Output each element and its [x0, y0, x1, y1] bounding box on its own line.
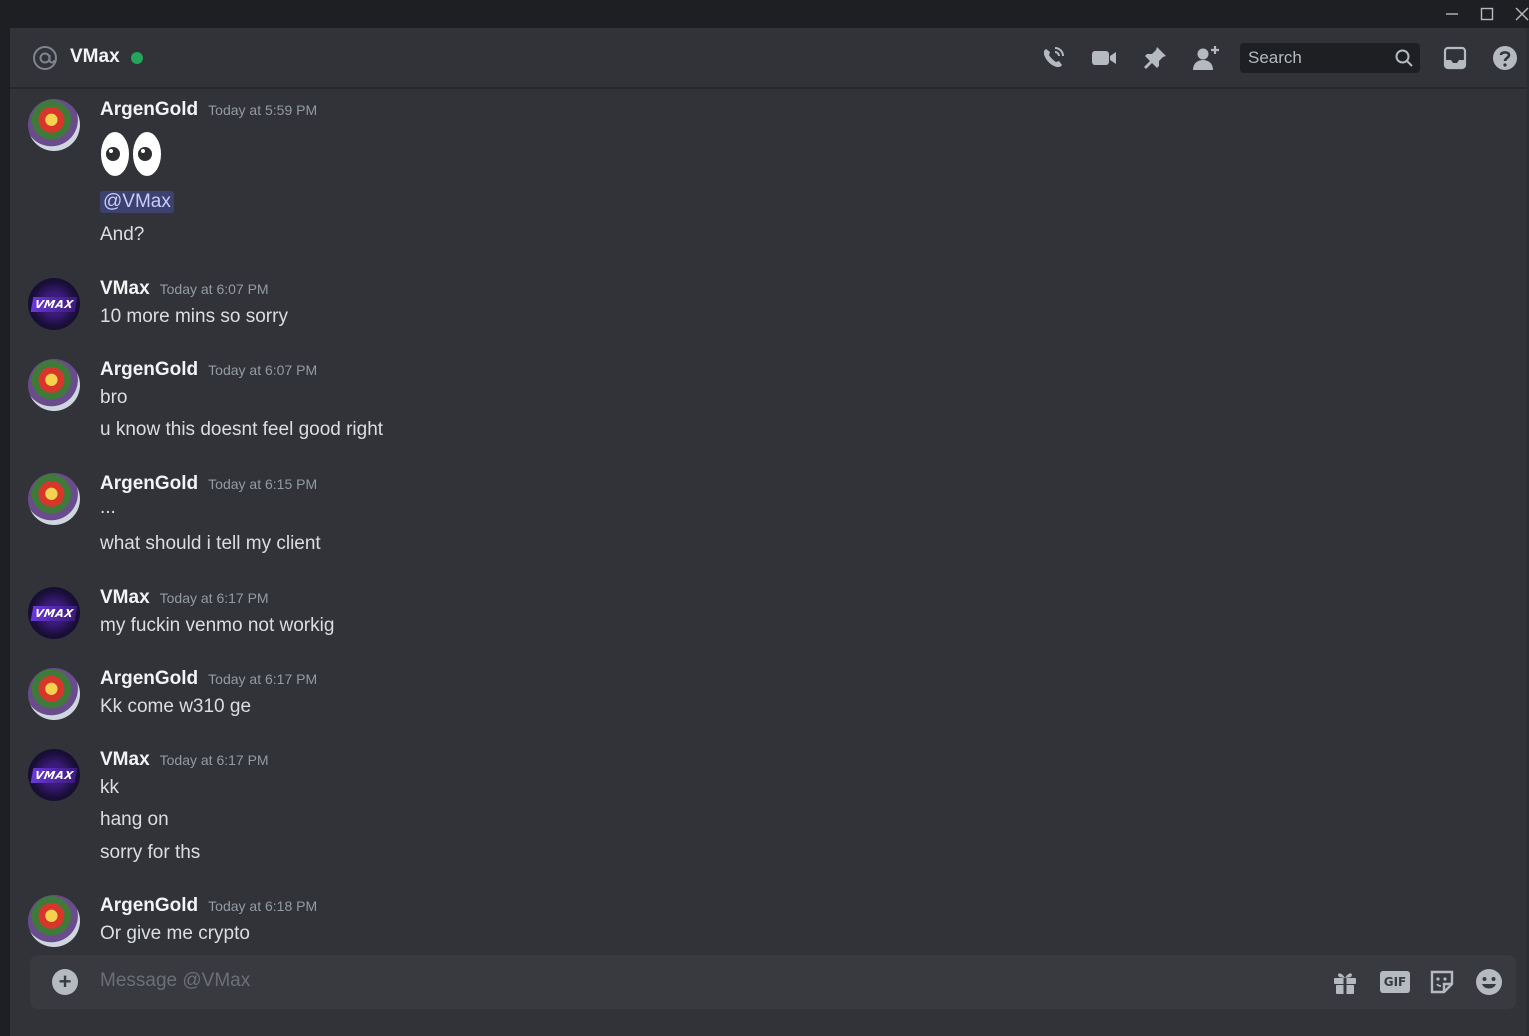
message-text: ... — [100, 497, 116, 518]
message-author[interactable]: ArgenGold — [100, 359, 198, 381]
gif-icon: GIF — [1380, 971, 1410, 993]
inbox-icon — [1443, 46, 1467, 70]
channel-name[interactable]: VMax — [70, 46, 120, 68]
message-text: what should i tell my client — [100, 533, 321, 554]
close-icon — [1515, 7, 1529, 21]
message-list: ArgenGold Today at 5:59 PM @VMax And? VM… — [10, 89, 1529, 954]
sticker-picker-button[interactable] — [1427, 967, 1457, 997]
minimize-icon — [1446, 13, 1458, 15]
avatar-argengold[interactable] — [28, 473, 80, 525]
message-author[interactable]: VMax — [100, 278, 150, 300]
user-mention[interactable]: @VMax — [100, 191, 174, 213]
message-text: And? — [100, 224, 145, 245]
help-button[interactable] — [1490, 43, 1520, 73]
message-composer: + Message @VMax GIF — [30, 955, 1516, 1009]
search-icon — [1395, 49, 1413, 67]
avatar-argengold[interactable] — [28, 359, 80, 411]
emoji-icon — [1476, 969, 1502, 995]
message-timestamp: Today at 6:17 PM — [159, 752, 269, 768]
avatar-argengold[interactable] — [28, 99, 80, 151]
message-input[interactable]: Message @VMax — [100, 970, 250, 992]
avatar-logo-text: VMAX — [30, 296, 78, 312]
message-author[interactable]: ArgenGold — [100, 668, 198, 690]
message-text: u know this doesnt feel good right — [100, 419, 384, 440]
message-timestamp: Today at 6:15 PM — [208, 476, 318, 492]
message-timestamp: Today at 5:59 PM — [208, 102, 318, 118]
upload-attachment-button[interactable]: + — [52, 969, 78, 995]
avatar-vmax[interactable]: VMAX — [28, 587, 80, 639]
emoji-picker-button[interactable] — [1474, 967, 1504, 997]
eyes-emoji-icon — [101, 132, 161, 176]
message-author[interactable]: ArgenGold — [100, 99, 198, 121]
avatar-argengold[interactable] — [28, 668, 80, 720]
message-text: 10 more mins so sorry — [100, 306, 288, 327]
message-author[interactable]: VMax — [100, 749, 150, 771]
avatar-vmax[interactable]: VMAX — [28, 278, 80, 330]
pinned-messages-button[interactable] — [1140, 43, 1170, 73]
message-text: kk — [100, 777, 119, 798]
message-text: sorry for ths — [100, 842, 201, 863]
gift-button[interactable] — [1330, 967, 1360, 997]
avatar-logo-text: VMAX — [30, 767, 78, 783]
help-icon — [1493, 46, 1517, 70]
gif-picker-button[interactable]: GIF — [1380, 967, 1410, 997]
sticker-icon — [1430, 970, 1454, 994]
avatar-argengold[interactable] — [28, 895, 80, 947]
avatar-vmax[interactable]: VMAX — [28, 749, 80, 801]
start-video-call-button[interactable] — [1089, 43, 1119, 73]
channel-header: VMax Search — [10, 28, 1529, 88]
message-text: Or give me crypto — [100, 923, 250, 944]
maximize-button[interactable] — [1467, 0, 1507, 28]
message-text: Kk come w310 ge — [100, 696, 252, 717]
start-voice-call-button[interactable] — [1038, 43, 1068, 73]
add-friend-icon — [1193, 46, 1219, 70]
message-timestamp: Today at 6:07 PM — [159, 281, 269, 297]
maximize-icon — [1480, 7, 1494, 21]
video-icon — [1092, 51, 1116, 65]
message-author[interactable]: ArgenGold — [100, 473, 198, 495]
minimize-button[interactable] — [1432, 0, 1472, 28]
dm-view: VMax Search ArgenGold Today at 5:59 PM @… — [10, 28, 1529, 1036]
message-timestamp: Today at 6:07 PM — [208, 362, 318, 378]
message-timestamp: Today at 6:17 PM — [208, 671, 318, 687]
message-timestamp: Today at 6:17 PM — [159, 590, 269, 606]
message-text: bro — [100, 387, 128, 408]
message-text: hang on — [100, 809, 169, 830]
at-sign-icon — [33, 46, 57, 70]
message-timestamp: Today at 6:18 PM — [208, 898, 318, 914]
pin-icon — [1144, 47, 1166, 69]
online-status-indicator — [131, 52, 143, 64]
search-input[interactable]: Search — [1240, 43, 1420, 73]
close-button[interactable] — [1502, 0, 1529, 28]
inbox-button[interactable] — [1440, 43, 1470, 73]
plus-icon: + — [58, 969, 72, 994]
message-author[interactable]: VMax — [100, 587, 150, 609]
message-author[interactable]: ArgenGold — [100, 895, 198, 917]
search-placeholder: Search — [1248, 48, 1302, 67]
avatar-logo-text: VMAX — [30, 605, 78, 621]
window-titlebar — [0, 0, 1529, 28]
call-icon — [1043, 47, 1064, 68]
gift-icon — [1334, 973, 1356, 994]
add-friends-to-dm-button[interactable] — [1191, 43, 1221, 73]
message-text: my fuckin venmo not workig — [100, 615, 335, 636]
